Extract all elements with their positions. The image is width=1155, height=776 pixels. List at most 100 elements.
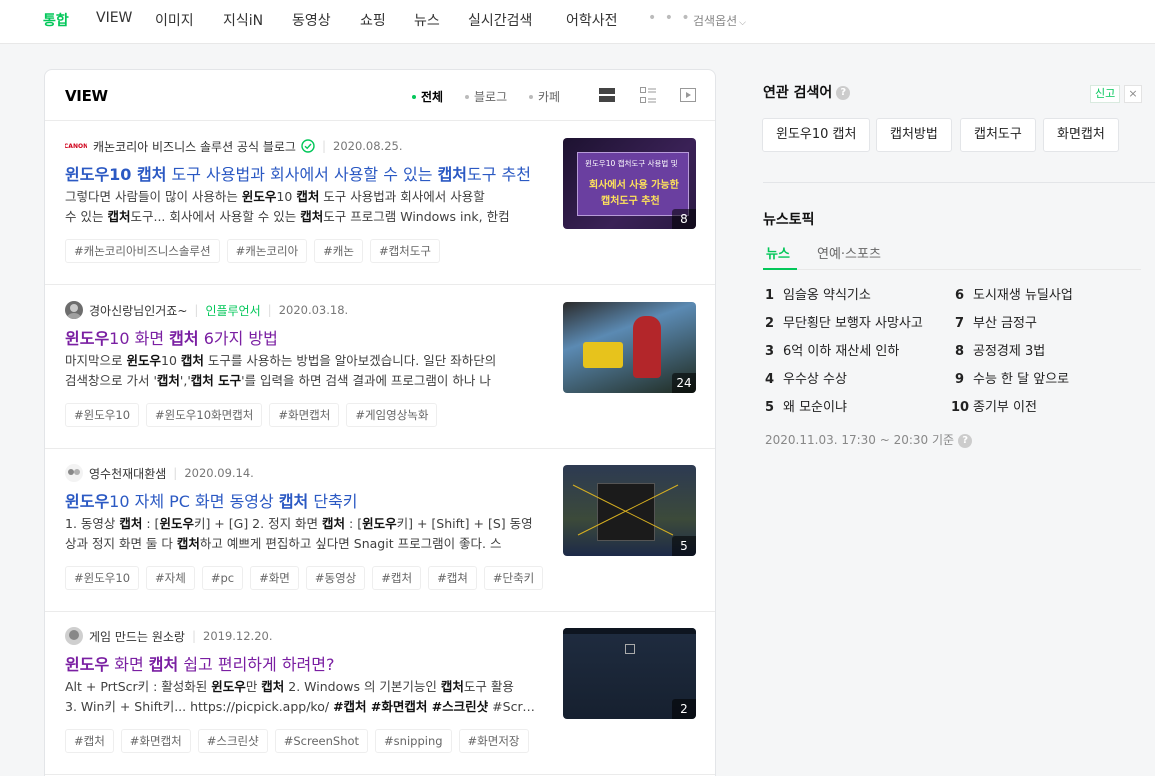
news-topic-item[interactable]: 9 수능 한 달 앞으로 [955, 368, 1069, 387]
item-title[interactable]: 윈도우10 캡처 도구 사용법과 회사에서 사용할 수 있는 캡처도구 추천 [65, 161, 537, 185]
news-topic-item[interactable]: 3 6억 이하 재산세 인하 [765, 340, 899, 359]
filter-cafe[interactable]: 카페 [529, 88, 560, 105]
item-thumbnail[interactable]: 5 [563, 465, 696, 556]
hashtag-chip[interactable]: #동영상 [305, 566, 366, 590]
source-name[interactable]: 영수천재대환샘 [89, 465, 166, 482]
text-run: #ScreenShot [492, 699, 539, 714]
item-thumbnail[interactable]: 2 [563, 628, 696, 719]
hashtag-chip[interactable]: #snipping [375, 729, 452, 753]
hashtag-chip[interactable]: #화면 [250, 566, 299, 590]
tab-video[interactable]: 동영상 [292, 10, 331, 30]
related-chip[interactable]: 윈도우10 캡처 [762, 118, 871, 152]
tab-shopping[interactable]: 쇼핑 [360, 10, 386, 30]
hashtag-chip[interactable]: #ScreenShot [274, 729, 369, 753]
image-count-badge: 2 [672, 699, 696, 719]
tab-integrated[interactable]: 통합 [43, 10, 69, 30]
highlight-term: 캡처 [261, 679, 285, 694]
description-line: 수 있는 캡처도구... 회사에서 사용할 수 있는 캡처도구 프로그램 Win… [65, 207, 539, 227]
detail-view-icon[interactable] [639, 86, 657, 104]
hashtag-chip[interactable]: #화면캡처 [120, 729, 191, 753]
news-topic-item[interactable]: 10 종기부 이전 [951, 396, 1037, 415]
highlight-term: 윈도우 [159, 516, 194, 531]
item-title[interactable]: 윈도우10 화면 캡처 6가지 방법 [65, 325, 537, 349]
hashtag-chip[interactable]: #게임영상녹화 [346, 403, 438, 427]
help-icon[interactable]: ? [836, 86, 851, 100]
news-topic-item[interactable]: 8 공정경제 3법 [955, 340, 1045, 359]
view-item-1: CANON 캐논코리아 비즈니스 솔루션 공식 블로그 | 2020.08.25… [45, 121, 715, 285]
item-source: 게임 만드는 원소랑 | 2019.12.20. [65, 627, 273, 645]
text-run: 화면 [109, 655, 149, 674]
news-topic-item[interactable]: 7 부산 금정구 [955, 312, 1037, 331]
person-icon [69, 630, 79, 640]
hashtag-chip[interactable]: #화면캡처 [269, 403, 340, 427]
hashtag-chip[interactable]: #윈도우10화면캡처 [146, 403, 263, 427]
item-thumbnail[interactable]: 윈도우10 캡처도구 사용법 및 회사에서 사용 가능한 캡처도구 추천 8 [563, 138, 696, 229]
report-button[interactable]: 신고 [1090, 85, 1121, 103]
hashtag-chip[interactable]: #캡쳐 [428, 566, 477, 590]
filter-label: 카페 [538, 90, 561, 104]
news-topic-item[interactable]: 5 왜 모순이냐 [765, 396, 847, 415]
tab-realtime[interactable]: 실시간검색 [468, 10, 532, 30]
help-icon[interactable]: ? [958, 433, 973, 448]
filter-all[interactable]: 전체 [412, 88, 443, 105]
item-title[interactable]: 윈도우 화면 캡처 쉽고 편리하게 하려면? [65, 651, 537, 675]
item-title[interactable]: 윈도우10 자체 PC 화면 동영상 캡처 단축키 [65, 488, 537, 512]
tab-news-topic[interactable]: 뉴스 [766, 243, 790, 262]
hashtag-chip[interactable]: #화면저장 [458, 729, 529, 753]
hashtag-chip[interactable]: #캡처도구 [369, 239, 440, 263]
item-tags: #캡처 #화면캡처 #스크린샷 #ScreenShot #snipping #화면저장 [65, 729, 529, 753]
related-chip[interactable]: 캡처방법 [876, 118, 952, 152]
news-topic-item[interactable]: 6 도시재생 뉴딜사업 [955, 284, 1073, 303]
related-chip[interactable]: 캡처도구 [960, 118, 1036, 152]
hashtag-chip[interactable]: #캐논코리아비즈니스솔루션 [65, 239, 220, 263]
tab-view[interactable]: VIEW [96, 10, 132, 26]
tab-entertainment-sports[interactable]: 연예·스포츠 [817, 243, 881, 262]
highlight-term: 캡처 [278, 492, 309, 511]
person-icon [67, 304, 81, 319]
video-view-icon[interactable] [679, 86, 697, 104]
hashtag-chip[interactable]: #캐논코리아 [226, 239, 308, 263]
source-name[interactable]: 캐논코리아 비즈니스 솔루션 공식 블로그 [93, 138, 296, 155]
news-topic-item[interactable]: 4 우수상 수상 [765, 368, 847, 387]
more-tabs-button[interactable]: • • • [648, 10, 692, 26]
influencer-badge[interactable]: 인플루언서 [205, 302, 260, 319]
highlight-term: 캡처 [107, 209, 131, 224]
tab-dictionary[interactable]: 어학사전 [566, 10, 618, 30]
text-run: Alt + PrtScr키 : 활성화된 [65, 679, 212, 694]
text-run: 도구 사용법과 회사에서 사용할 [319, 189, 485, 204]
hashtag-chip[interactable]: #캡처 [372, 566, 422, 590]
hashtag-chip[interactable]: #윈도우10 [65, 566, 140, 590]
text-run: 도구 사용법과 회사에서 사용할 수 있는 [166, 165, 438, 184]
tab-images[interactable]: 이미지 [155, 10, 194, 30]
highlight-term: 캡처 [156, 373, 180, 388]
filter-blog[interactable]: 블로그 [465, 88, 507, 105]
news-topic-item[interactable]: 1 임슬옹 약식기소 [765, 284, 871, 303]
list-view-icon[interactable] [598, 86, 616, 104]
news-topic-item[interactable]: 2 무단횡단 보행자 사망사고 [765, 312, 923, 331]
hashtag-chip[interactable]: #자체 [146, 566, 195, 590]
item-thumbnail[interactable]: 24 [563, 302, 696, 393]
hashtag-chip[interactable]: #캡처 [65, 729, 114, 753]
search-options-button[interactable]: 검색옵션 ⌵ [693, 12, 746, 29]
close-button[interactable]: × [1124, 85, 1142, 103]
highlight-term: 윈도우 [362, 516, 397, 531]
thumbnail-bar-shape [563, 628, 696, 634]
item-source: 영수천재대환샘 | 2020.09.14. [65, 464, 254, 482]
text-run: 수 있는 [65, 209, 108, 224]
topic-text: 수능 한 달 앞으로 [973, 372, 1070, 387]
tab-kin[interactable]: 지식iN [223, 10, 263, 30]
text-run: 1. 동영상 [65, 516, 120, 531]
text-run: 단축키 [308, 492, 358, 511]
tab-news[interactable]: 뉴스 [414, 10, 440, 30]
hashtag-chip[interactable]: #캐논 [314, 239, 363, 263]
hashtag-chip[interactable]: #단축키 [483, 566, 544, 590]
hashtag-chip[interactable]: #윈도우10 [65, 403, 140, 427]
related-chip[interactable]: 화면캡처 [1043, 118, 1119, 152]
source-name[interactable]: 경아신랑님인거죠~ [89, 302, 187, 319]
related-searches-title: 연관 검색어? [763, 82, 851, 102]
topic-rank: 1 [765, 288, 775, 303]
source-name[interactable]: 게임 만드는 원소랑 [89, 628, 185, 645]
hashtag-chip[interactable]: #스크린샷 [197, 729, 268, 753]
hashtag-chip[interactable]: #pc [201, 566, 244, 590]
text-run: 키] + [G] 2. 정지 화면 [193, 516, 323, 531]
